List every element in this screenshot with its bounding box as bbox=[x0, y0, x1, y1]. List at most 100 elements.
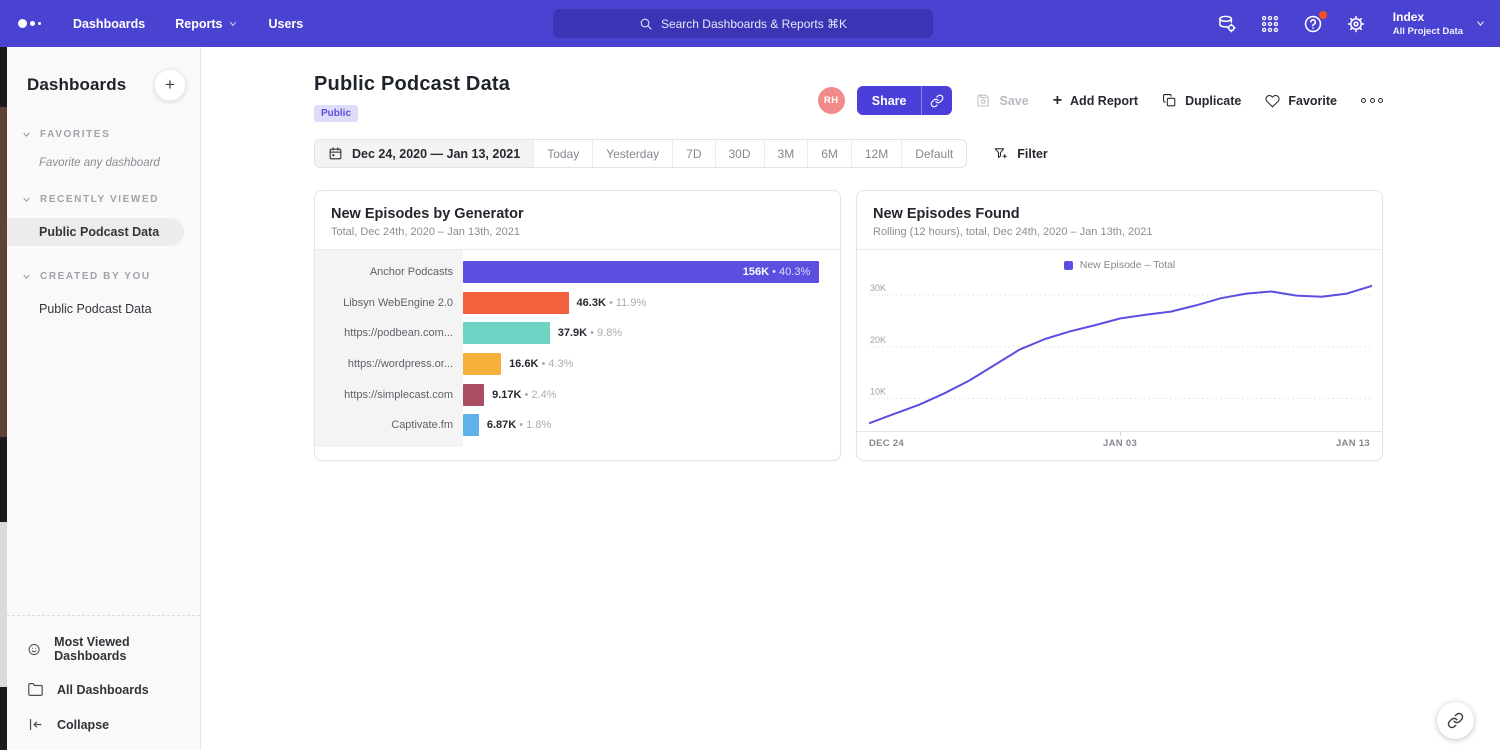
bar-category-label: https://wordpress.or... bbox=[315, 358, 463, 370]
range-option-today[interactable]: Today bbox=[533, 140, 592, 167]
bar-row: https://wordpress.or... 16.6K • 4.3% bbox=[315, 349, 840, 380]
notification-badge bbox=[1319, 11, 1327, 19]
nav-item-reports[interactable]: Reports bbox=[175, 17, 238, 31]
folder-icon bbox=[27, 681, 44, 698]
filter-button[interactable]: Filter bbox=[993, 146, 1048, 161]
range-option-6m[interactable]: 6M bbox=[807, 140, 851, 167]
heart-icon bbox=[1265, 93, 1280, 108]
all-dashboards-button[interactable]: All Dashboards bbox=[7, 672, 200, 707]
nav-item-label: Reports bbox=[175, 17, 222, 31]
bar-value-label: 37.9K • 9.8% bbox=[558, 327, 622, 339]
collapse-sidebar-button[interactable]: Collapse bbox=[7, 707, 200, 742]
range-option-yesterday[interactable]: Yesterday bbox=[592, 140, 672, 167]
bar[interactable]: 156K • 40.3% bbox=[463, 261, 819, 283]
date-range-toolbar: Dec 24, 2020 — Jan 13, 2021 Today Yester… bbox=[314, 139, 967, 168]
brand-logo[interactable] bbox=[18, 19, 41, 28]
bar[interactable] bbox=[463, 353, 501, 375]
bar-value-label: 16.6K • 4.3% bbox=[509, 358, 573, 370]
share-link-fab[interactable] bbox=[1437, 702, 1474, 739]
footer-item-label: Most Viewed Dashboards bbox=[54, 635, 180, 663]
range-option-12m[interactable]: 12M bbox=[851, 140, 901, 167]
footer-item-label: All Dashboards bbox=[57, 683, 149, 697]
link-icon bbox=[1447, 712, 1464, 729]
date-range-picker[interactable]: Dec 24, 2020 — Jan 13, 2021 bbox=[315, 140, 533, 167]
help-icon[interactable] bbox=[1303, 14, 1323, 34]
sidebar-footer: Most Viewed Dashboards All Dashboards Co… bbox=[7, 615, 200, 742]
action-label: Save bbox=[999, 94, 1028, 108]
range-option-default[interactable]: Default bbox=[901, 140, 966, 167]
primary-nav: Dashboards Reports Users bbox=[73, 17, 303, 31]
card-subtitle: Total, Dec 24th, 2020 – Jan 13th, 2021 bbox=[331, 226, 824, 238]
bar-row: Captivate.fm6.87K • 1.8% bbox=[315, 410, 840, 441]
nav-item-users[interactable]: Users bbox=[268, 17, 303, 31]
y-tick-label: 20K bbox=[870, 335, 886, 345]
footer-item-label: Collapse bbox=[57, 718, 109, 732]
nav-item-dashboards[interactable]: Dashboards bbox=[73, 17, 145, 31]
share-link-button[interactable] bbox=[921, 86, 952, 115]
navbar-right: Index All Project Data bbox=[1217, 0, 1486, 47]
main-content: Public Podcast Data Public RH Share Save bbox=[201, 47, 1500, 750]
card-title: New Episodes Found bbox=[873, 206, 1366, 222]
card-title: New Episodes by Generator bbox=[331, 206, 824, 222]
most-viewed-dashboards-button[interactable]: Most Viewed Dashboards bbox=[7, 626, 200, 672]
project-scope: All Project Data bbox=[1393, 26, 1463, 37]
add-dashboard-button[interactable]: + bbox=[154, 69, 186, 101]
chevron-down-icon bbox=[22, 130, 31, 139]
card-subtitle: Rolling (12 hours), total, Dec 24th, 202… bbox=[873, 226, 1366, 238]
search-input[interactable]: Search Dashboards & Reports ⌘K bbox=[553, 9, 933, 38]
favorite-button[interactable]: Favorite bbox=[1265, 93, 1337, 108]
add-report-button[interactable]: + Add Report bbox=[1053, 93, 1138, 109]
x-tick-label: DEC 24 bbox=[869, 438, 904, 449]
chart-legend: New Episode – Total bbox=[857, 257, 1382, 273]
section-header-created-by-you[interactable]: CREATED BY YOU bbox=[7, 271, 200, 282]
chevron-down-icon bbox=[22, 195, 31, 204]
settings-gear-icon[interactable] bbox=[1346, 14, 1366, 34]
line-chart-plot[interactable]: 10K20K30K bbox=[869, 276, 1372, 431]
duplicate-icon bbox=[1162, 93, 1177, 108]
dashboard-actions: RH Share Save + Add Report bbox=[818, 86, 1383, 115]
bar[interactable] bbox=[463, 414, 479, 436]
visibility-badge: Public bbox=[314, 105, 358, 122]
chevron-down-icon bbox=[1475, 18, 1486, 29]
apps-grid-icon[interactable] bbox=[1260, 14, 1280, 34]
save-icon bbox=[976, 93, 991, 108]
bar[interactable] bbox=[463, 322, 550, 344]
project-switcher[interactable]: Index All Project Data bbox=[1393, 10, 1486, 37]
action-label: Add Report bbox=[1070, 94, 1138, 108]
section-header-recently-viewed[interactable]: RECENTLY VIEWED bbox=[7, 194, 200, 205]
bar-row: Libsyn WebEngine 2.046.3K • 11.9% bbox=[315, 288, 840, 319]
x-tick-label: JAN 13 bbox=[1336, 438, 1370, 449]
data-settings-icon[interactable] bbox=[1217, 14, 1237, 34]
range-option-3m[interactable]: 3M bbox=[764, 140, 808, 167]
more-options-button[interactable] bbox=[1361, 98, 1383, 103]
sidebar-item-public-podcast-data[interactable]: Public Podcast Data bbox=[7, 218, 184, 246]
duplicate-button[interactable]: Duplicate bbox=[1162, 93, 1241, 108]
avatar[interactable]: RH bbox=[818, 87, 845, 114]
search-placeholder: Search Dashboards & Reports ⌘K bbox=[661, 17, 847, 31]
sidebar-section-created-by-you: CREATED BY YOU Public Podcast Data bbox=[7, 271, 200, 323]
bar-category-label: https://podbean.com... bbox=[315, 327, 463, 339]
bar[interactable] bbox=[463, 292, 569, 314]
date-controls: Dec 24, 2020 — Jan 13, 2021 Today Yester… bbox=[314, 139, 1383, 168]
date-range-value: Dec 24, 2020 — Jan 13, 2021 bbox=[352, 147, 520, 161]
collapse-icon bbox=[27, 716, 44, 733]
bar-chart: Anchor Podcasts156K • 40.3%Libsyn WebEng… bbox=[315, 250, 840, 456]
chevron-down-icon bbox=[22, 272, 31, 281]
bar[interactable] bbox=[463, 384, 484, 406]
section-label: RECENTLY VIEWED bbox=[40, 194, 159, 205]
section-header-favorites[interactable]: FAVORITES bbox=[7, 129, 200, 140]
range-option-7d[interactable]: 7D bbox=[672, 140, 714, 167]
chevron-down-icon bbox=[228, 19, 238, 29]
project-name: Index bbox=[1393, 10, 1463, 26]
search-icon bbox=[639, 17, 653, 31]
sidebar-section-favorites: FAVORITES Favorite any dashboard bbox=[7, 129, 200, 169]
share-button[interactable]: Share bbox=[857, 86, 922, 115]
more-dots-icon bbox=[1361, 98, 1366, 103]
line-series-new-episode-total[interactable] bbox=[869, 286, 1372, 424]
x-axis-tick bbox=[1120, 432, 1121, 436]
title-block: Public Podcast Data Public bbox=[314, 73, 510, 122]
range-option-30d[interactable]: 30D bbox=[715, 140, 764, 167]
section-label: CREATED BY YOU bbox=[40, 271, 151, 282]
sidebar-item-public-podcast-data[interactable]: Public Podcast Data bbox=[7, 295, 200, 323]
save-button[interactable]: Save bbox=[976, 93, 1028, 108]
